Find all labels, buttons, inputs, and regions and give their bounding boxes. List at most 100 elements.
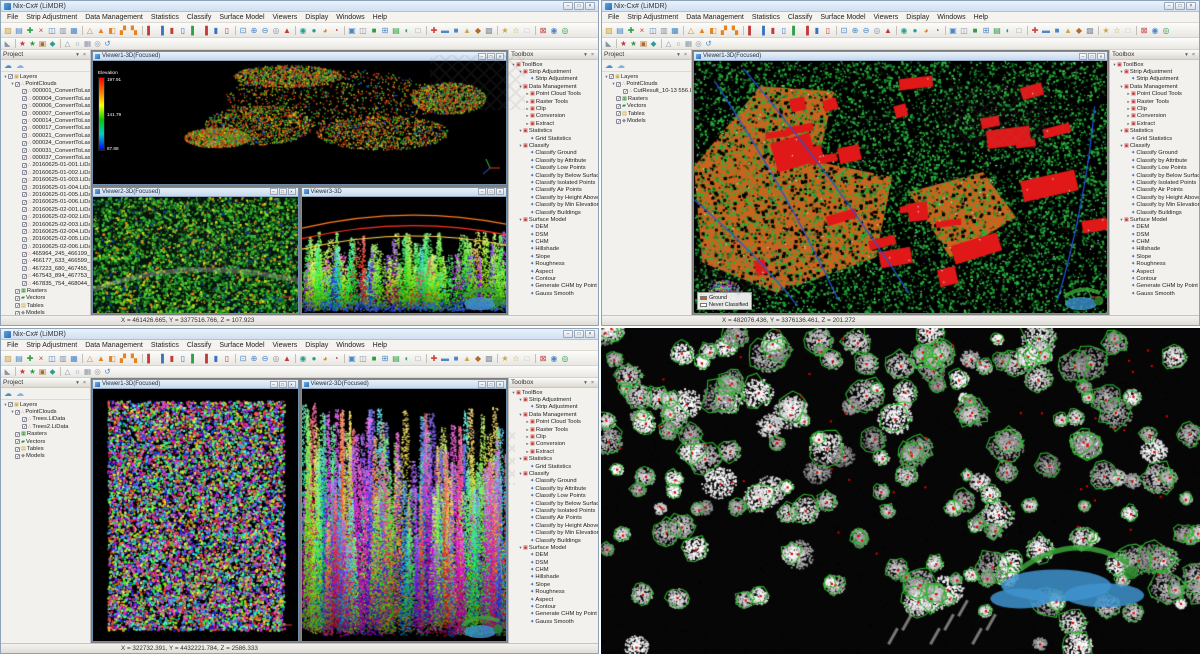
toolbar-icon[interactable]: ▐ bbox=[156, 25, 166, 36]
menu-item[interactable]: Strip Adjustment bbox=[623, 14, 682, 21]
toolbar-icon[interactable]: ⊞ bbox=[380, 25, 390, 36]
layer-checkbox[interactable]: ✓ bbox=[22, 281, 27, 286]
toolbar-icon[interactable]: ◆ bbox=[473, 353, 483, 364]
tree-item[interactable]: ✦Classify Ground bbox=[509, 150, 598, 157]
toolbar-icon[interactable]: □ bbox=[1123, 25, 1133, 36]
dock-button[interactable]: ▾ bbox=[582, 52, 589, 58]
toolbox-panel-header[interactable]: Toolbox ▾× bbox=[509, 378, 598, 388]
toolbar-icon[interactable]: ▲ bbox=[282, 25, 292, 36]
tree-item[interactable]: ▸▣Raster Tools bbox=[509, 426, 598, 433]
toolbar-icon[interactable]: ▌ bbox=[189, 25, 199, 36]
toolbar-icon[interactable]: □ bbox=[522, 353, 532, 364]
toolbar-icon[interactable]: ▯ bbox=[178, 25, 188, 36]
tree-item[interactable]: ✓▰Vectors bbox=[1, 438, 90, 445]
toolbar-icon[interactable]: △ bbox=[85, 25, 95, 36]
layer-checkbox[interactable]: ✓ bbox=[616, 111, 621, 116]
tree-item[interactable]: ✓∴000006_ConvertToLas.LiData bbox=[1, 103, 90, 110]
layer-checkbox[interactable]: ✓ bbox=[15, 410, 20, 415]
viewer-titlebar[interactable]: Viewer2-3D(Focused)–□× bbox=[302, 380, 507, 389]
layer-checkbox[interactable]: ✓ bbox=[15, 454, 20, 459]
tree-item[interactable]: ✓∴467835_754_468044_594.LiData bbox=[1, 280, 90, 287]
toolbar-icon[interactable]: ✚ bbox=[429, 25, 439, 36]
viewer-window-button[interactable]: × bbox=[288, 188, 296, 195]
toolbar-icon[interactable]: ▥ bbox=[58, 25, 68, 36]
layer-checkbox[interactable]: ✓ bbox=[22, 133, 27, 138]
toolbar-icon[interactable]: ■ bbox=[451, 25, 461, 36]
tree-item[interactable]: ▾✓▣Layers bbox=[602, 73, 691, 80]
toolbar-icon[interactable]: ◣ bbox=[3, 39, 12, 49]
tree-item[interactable]: ✓∴000021_ConvertToLas.LiData bbox=[1, 132, 90, 139]
tree-item[interactable]: ✦Aspect bbox=[509, 268, 598, 275]
viewer-window-button[interactable]: × bbox=[496, 53, 504, 60]
toolbar-icon[interactable]: ◫ bbox=[648, 25, 658, 36]
toolbar-icon[interactable]: ▲ bbox=[883, 25, 893, 36]
toolbar-icon[interactable]: ★ bbox=[619, 39, 628, 49]
tree-item[interactable]: ✦Strip Adjustment bbox=[509, 404, 598, 411]
point-cloud-view[interactable] bbox=[93, 61, 506, 184]
toolbar-icon[interactable]: × bbox=[36, 353, 46, 364]
menu-item[interactable]: File bbox=[3, 342, 22, 349]
toolbar-icon[interactable]: ▞ bbox=[118, 25, 128, 36]
tree-item[interactable]: ▾✓▣Layers bbox=[1, 73, 90, 80]
toolbar-icon[interactable]: ◧ bbox=[107, 353, 117, 364]
toolbar-icon[interactable]: ■ bbox=[1052, 25, 1062, 36]
layer-checkbox[interactable]: ✓ bbox=[623, 89, 628, 94]
toolbar-icon[interactable]: ▌ bbox=[145, 25, 155, 36]
viewer-window-button[interactable]: – bbox=[1079, 53, 1087, 60]
toolbar-icon[interactable]: ◔ bbox=[932, 25, 942, 36]
tree-item[interactable]: ✦Gauss Smooth bbox=[1110, 290, 1199, 297]
window-button[interactable]: × bbox=[585, 2, 595, 10]
viewer-titlebar[interactable]: Viewer2-3D(Focused)–□× bbox=[93, 188, 298, 197]
tree-item[interactable]: ✦Strip Adjustment bbox=[1110, 76, 1199, 83]
tree-item[interactable]: ✓∴000014_ConvertToLas.LiData bbox=[1, 117, 90, 124]
toolbar-icon[interactable]: ◆ bbox=[649, 39, 658, 49]
tree-item[interactable]: ✦DEM bbox=[1110, 224, 1199, 231]
layer-checkbox[interactable]: ✓ bbox=[22, 207, 27, 212]
tree-item[interactable]: ✓▦Rasters bbox=[602, 95, 691, 102]
toolbar-icon[interactable]: ▞ bbox=[719, 25, 729, 36]
viewer-window-button[interactable]: – bbox=[478, 188, 486, 195]
toolbar-icon[interactable]: ◆ bbox=[48, 367, 57, 377]
tree-item[interactable]: ✓▤Tables bbox=[602, 110, 691, 117]
toolbar-icon[interactable]: ▣ bbox=[639, 39, 648, 49]
window-button[interactable]: – bbox=[563, 330, 573, 338]
dock-button[interactable]: × bbox=[589, 52, 596, 58]
tree-item[interactable]: ✦Generate CHM by Point Clou... bbox=[509, 283, 598, 290]
tree-item[interactable]: ✦DSM bbox=[509, 231, 598, 238]
toolbar-icon[interactable]: ▌ bbox=[145, 353, 155, 364]
tree-item[interactable]: ✦Hillshade bbox=[509, 574, 598, 581]
toolbar-icon[interactable]: ◫ bbox=[358, 25, 368, 36]
viewer-window-button[interactable]: × bbox=[496, 188, 504, 195]
menu-item[interactable]: Statistics bbox=[147, 14, 183, 21]
tree-item[interactable]: ✓◆Models bbox=[1, 453, 90, 460]
toolbar-icon[interactable]: ⊕ bbox=[249, 25, 259, 36]
dock-button[interactable]: ▾ bbox=[74, 52, 81, 58]
toolbar-icon[interactable]: ◉ bbox=[899, 25, 909, 36]
toolbar-icon[interactable]: ○ bbox=[73, 39, 82, 49]
toolbar-icon[interactable]: ★ bbox=[500, 25, 510, 36]
toolbar-icon[interactable]: △ bbox=[63, 39, 72, 49]
tree-item[interactable]: ▾▣Classify bbox=[509, 470, 598, 477]
tree-item[interactable]: ▾✓∴PointClouds bbox=[1, 408, 90, 415]
tree-item[interactable]: ▾▣Statistics bbox=[509, 456, 598, 463]
tree-item[interactable]: ✦Classify Ground bbox=[1110, 150, 1199, 157]
menu-item[interactable]: Viewers bbox=[269, 342, 302, 349]
tree-item[interactable]: ✦Classify by Min Elevation bbox=[509, 529, 598, 536]
toolbar-icon[interactable]: ▦ bbox=[684, 39, 693, 49]
point-cloud-view[interactable] bbox=[302, 197, 507, 313]
toolbar-icon[interactable]: ▨ bbox=[3, 25, 13, 36]
toolbar-icon[interactable]: ▌ bbox=[746, 25, 756, 36]
tree-item[interactable]: ✓▦Rasters bbox=[1, 287, 90, 294]
viewer-titlebar[interactable]: Viewer1-3D(Focused)–□× bbox=[93, 52, 506, 61]
tree-item[interactable]: ▾▣ToolBox bbox=[509, 389, 598, 396]
tree-item[interactable]: ▸▣Point Cloud Tools bbox=[509, 419, 598, 426]
tree-item[interactable]: ✦Classify by Height Above Gro... bbox=[1110, 194, 1199, 201]
tree-item[interactable]: ✦Classify by Attribute bbox=[509, 157, 598, 164]
layer-checkbox[interactable]: ✓ bbox=[22, 126, 27, 131]
menu-item[interactable]: Windows bbox=[933, 14, 969, 21]
tree-item[interactable]: ✓∴20160625-02-004.LiData bbox=[1, 228, 90, 235]
tree-item[interactable]: ✦CHM bbox=[509, 566, 598, 573]
window-button[interactable]: × bbox=[585, 330, 595, 338]
toolbar-icon[interactable]: ⊠ bbox=[538, 25, 548, 36]
toolbar-icon[interactable]: ▮ bbox=[812, 25, 822, 36]
